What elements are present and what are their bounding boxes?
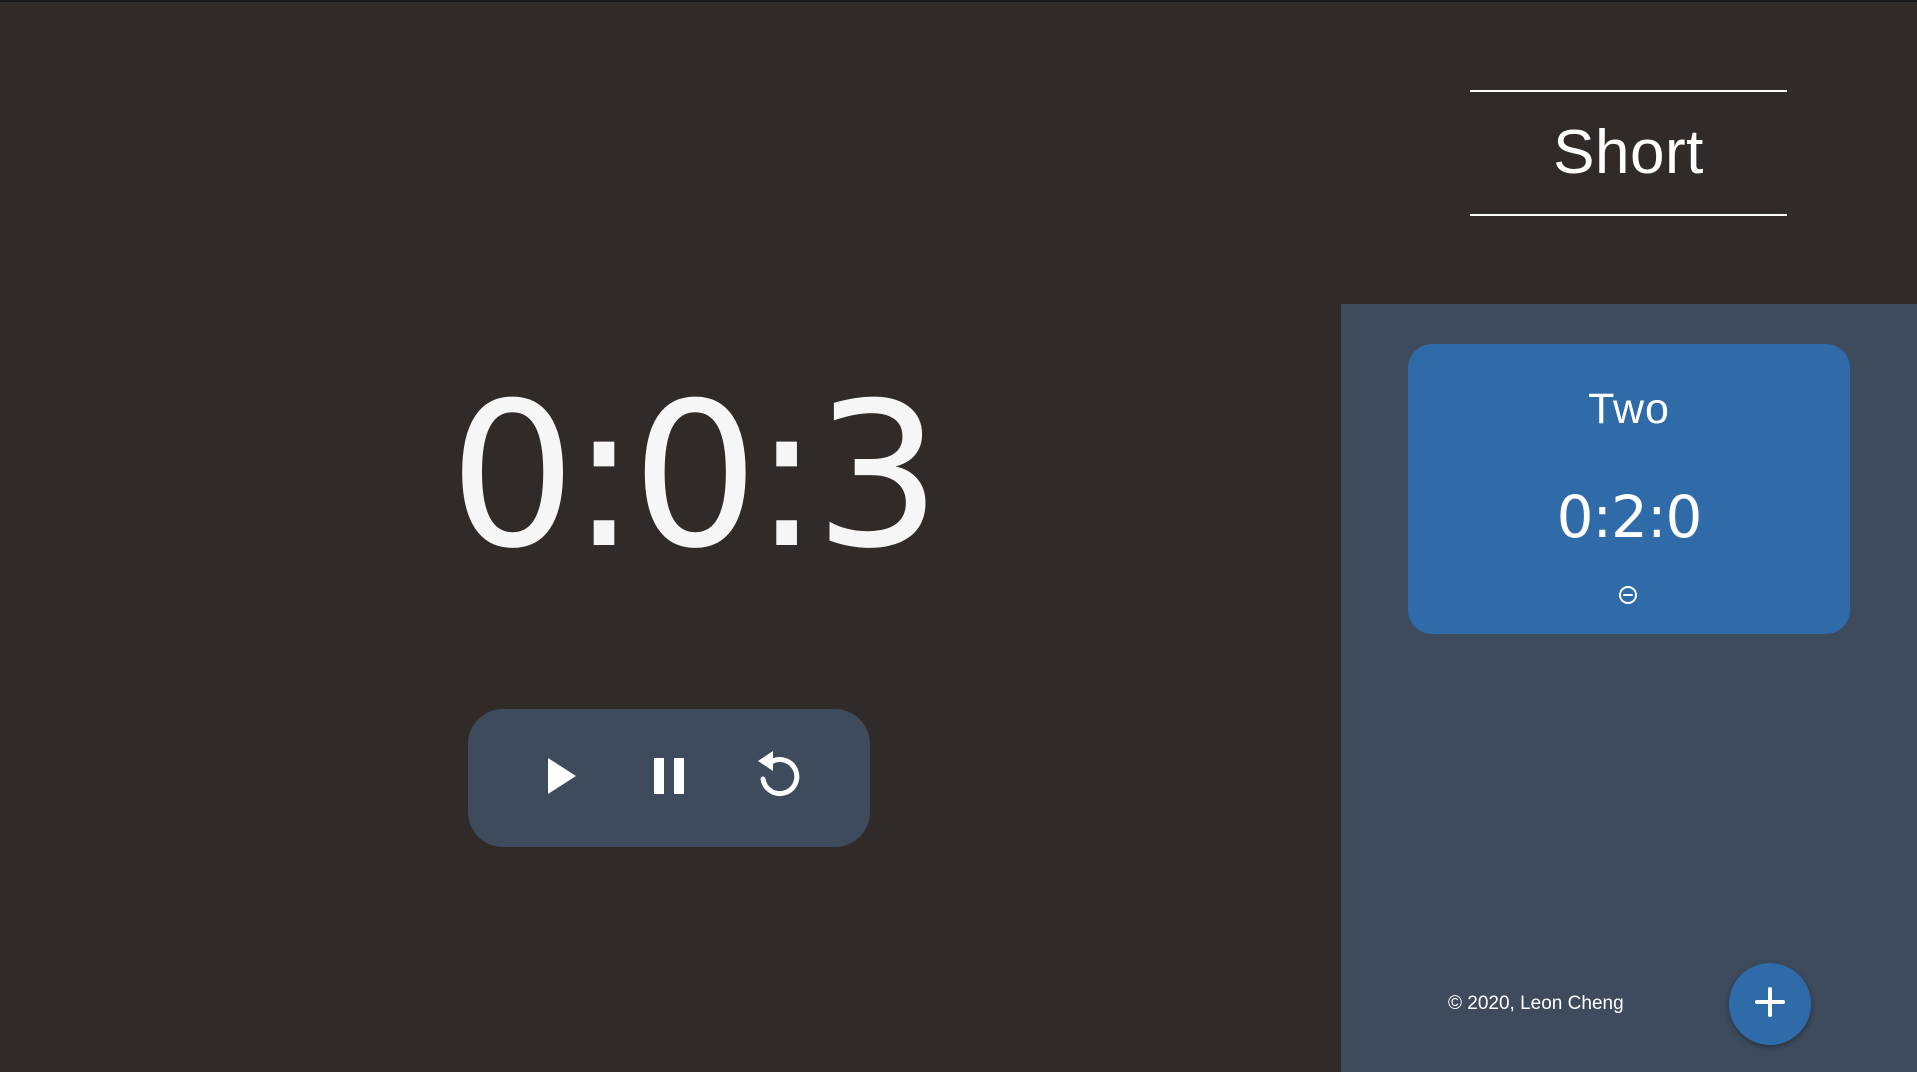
add-timer-button[interactable] <box>1729 963 1811 1045</box>
play-icon <box>538 754 582 803</box>
plus-icon <box>1753 985 1787 1024</box>
remove-circle-icon <box>1617 584 1639 611</box>
timer-app: 0:0:3 Short Two 0:2:0 © 2020, Leon Cheng <box>0 0 1917 1072</box>
header-title-container: Short <box>1470 90 1787 216</box>
restart-button[interactable] <box>745 745 811 811</box>
timer-card[interactable]: Two 0:2:0 <box>1408 344 1850 634</box>
remove-timer-button[interactable] <box>1617 584 1639 611</box>
main-timer-display: 0:0:3 <box>449 360 942 593</box>
restart-icon <box>753 750 803 806</box>
timer-sidebar: Two 0:2:0 © 2020, Leon Cheng <box>1341 304 1917 1072</box>
timer-controls <box>468 709 870 847</box>
copyright-text: © 2020, Leon Cheng <box>1448 993 1624 1014</box>
page-title: Short <box>1553 118 1704 187</box>
play-button[interactable] <box>527 745 593 811</box>
pause-button[interactable] <box>636 745 702 811</box>
pause-icon <box>647 754 691 803</box>
timer-card-name: Two <box>1588 385 1670 433</box>
timer-card-time: 0:2:0 <box>1556 483 1703 551</box>
